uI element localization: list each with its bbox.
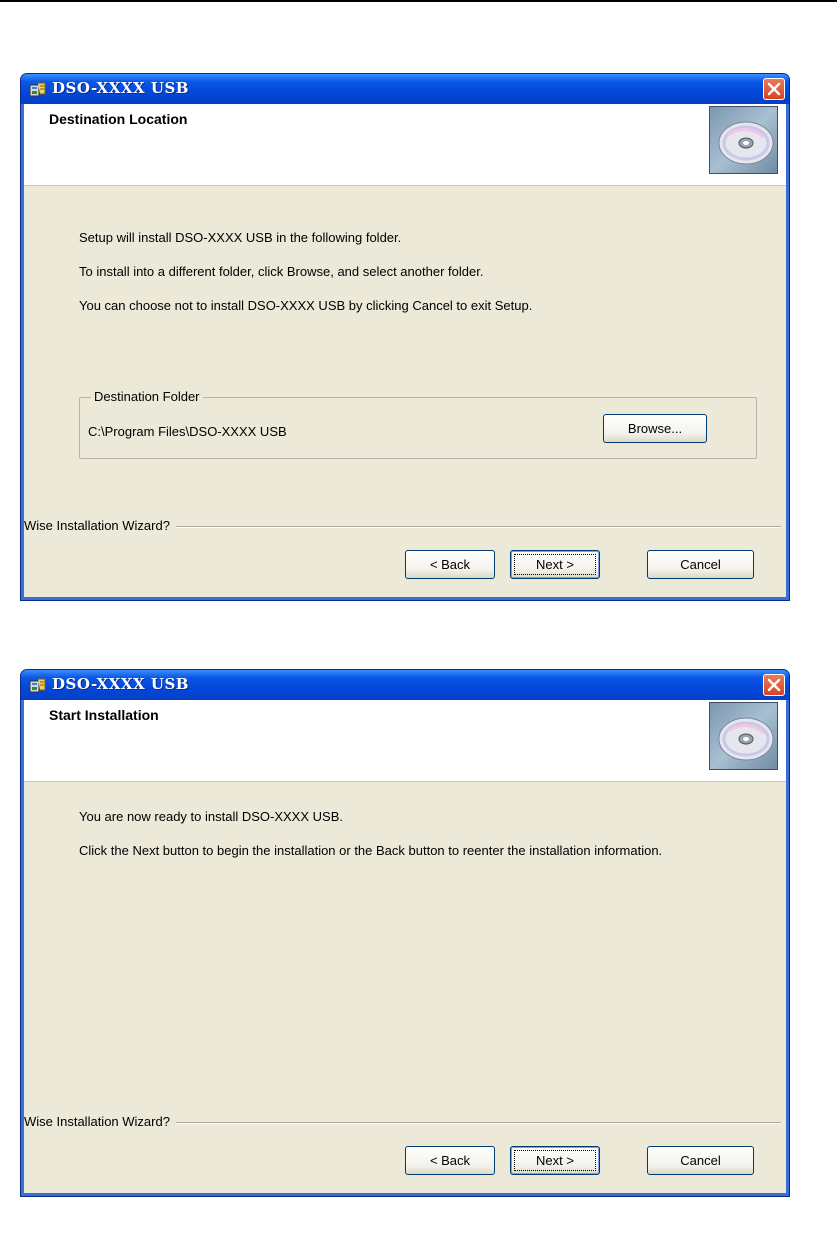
close-icon <box>767 678 781 692</box>
installer-icon <box>29 81 47 97</box>
cd-disc-icon <box>709 702 778 770</box>
destination-folder-label: Destination Folder <box>91 389 203 404</box>
title-bar[interactable]: DSO-XXXX USB <box>21 74 789 104</box>
window-title: DSO-XXXX USB <box>52 79 189 97</box>
next-button-label: Next > <box>536 1153 574 1168</box>
setup-dialog-destination: DSO-XXXX USB Destination Location Setup … <box>20 73 790 601</box>
info-line-2: Click the Next button to begin the insta… <box>79 843 663 858</box>
cancel-button[interactable]: Cancel <box>647 1146 754 1175</box>
wizard-header: Start Installation <box>24 700 786 782</box>
next-button-label: Next > <box>536 557 574 572</box>
browse-button-label: Browse... <box>627 421 683 436</box>
title-bar[interactable]: DSO-XXXX USB <box>21 670 789 700</box>
page-title: Start Installation <box>49 707 159 723</box>
cancel-button-label: Cancel <box>680 557 721 572</box>
info-line-3: You can choose not to install DSO-XXXX U… <box>79 298 533 313</box>
setup-dialog-start-installation: DSO-XXXX USB Start Installation You are … <box>20 669 790 1197</box>
wizard-header: Destination Location <box>24 104 786 186</box>
next-button[interactable]: Next > <box>510 550 600 579</box>
close-button[interactable] <box>763 78 785 100</box>
back-button[interactable]: < Back <box>405 1146 495 1175</box>
wizard-brand: Wise Installation Wizard? <box>24 1114 176 1129</box>
cancel-button-label: Cancel <box>680 1153 721 1168</box>
close-button[interactable] <box>763 674 785 696</box>
info-line-1: You are now ready to install DSO-XXXX US… <box>79 809 343 824</box>
dialog-client-area: Start Installation You are now ready to … <box>24 700 786 1193</box>
cancel-button[interactable]: Cancel <box>647 550 754 579</box>
info-line-1: Setup will install DSO-XXXX USB in the f… <box>79 230 402 245</box>
browse-button[interactable]: Browse... <box>603 414 707 443</box>
installer-icon <box>29 677 47 693</box>
back-button-label: < Back <box>429 557 471 572</box>
wizard-brand: Wise Installation Wizard? <box>24 518 176 533</box>
page-top-rule <box>0 0 837 2</box>
back-button-label: < Back <box>429 1153 471 1168</box>
info-line-2: To install into a different folder, clic… <box>79 264 484 279</box>
close-icon <box>767 82 781 96</box>
cd-disc-icon <box>709 106 778 174</box>
back-button[interactable]: < Back <box>405 550 495 579</box>
page-title: Destination Location <box>49 111 188 127</box>
dialog-client-area: Destination Location Setup will install … <box>24 104 786 597</box>
destination-path: C:\Program Files\DSO-XXXX USB <box>88 424 287 439</box>
window-title: DSO-XXXX USB <box>52 675 189 693</box>
next-button[interactable]: Next > <box>510 1146 600 1175</box>
destination-folder-group: Destination Folder C:\Program Files\DSO-… <box>79 389 757 459</box>
